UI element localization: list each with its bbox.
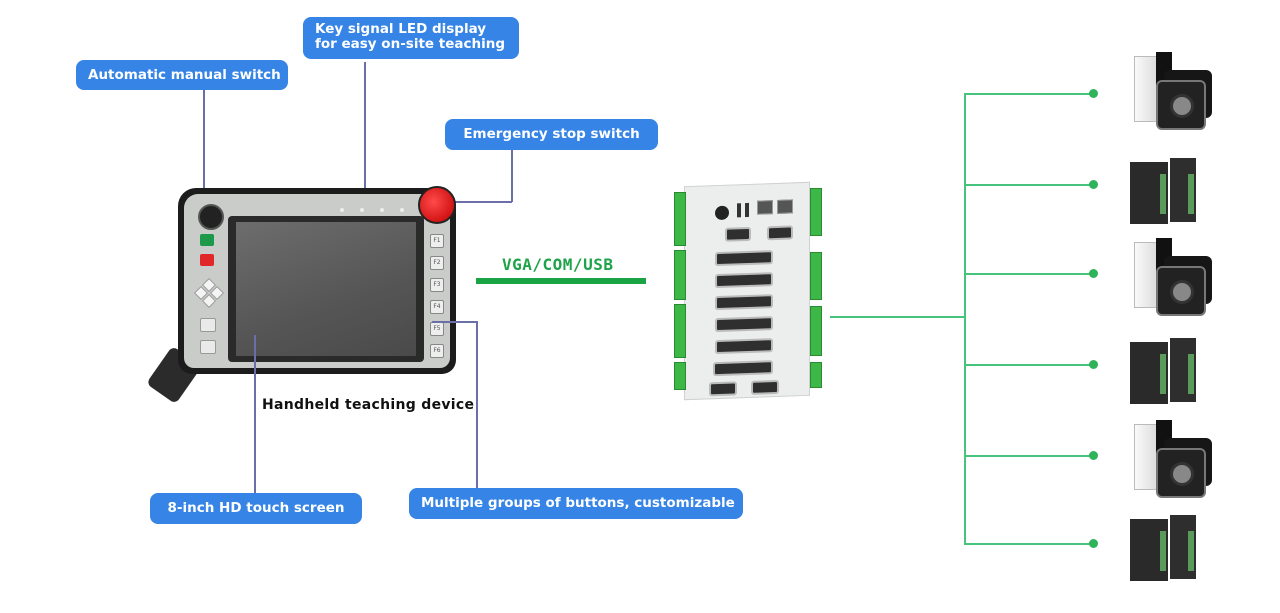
function-key-f2[interactable]: F2 (430, 256, 444, 270)
start-button[interactable] (200, 234, 214, 246)
terminal-block (674, 192, 686, 246)
power-connector (715, 205, 729, 221)
terminal-block (810, 188, 822, 236)
servo-motor-with-drive (1128, 420, 1214, 498)
usb-port (737, 203, 741, 218)
connection-dot (1089, 89, 1098, 98)
leader-emergency-stop-v (511, 150, 513, 202)
motion-controller (672, 178, 822, 401)
connection-dot (1089, 360, 1098, 369)
device-label: Handheld teaching device (262, 397, 475, 413)
direction-pad[interactable] (193, 277, 225, 309)
callout-led-display: Key signal LED display for easy on-site … (303, 17, 519, 59)
ethernet-port (777, 199, 793, 214)
touch-screen[interactable] (236, 222, 416, 356)
servo-drive-pair (1130, 515, 1200, 583)
axis-connector (713, 360, 773, 377)
drive-panel (1160, 531, 1166, 571)
axis-connector (715, 272, 773, 289)
stop-button[interactable] (200, 254, 214, 266)
servo-drive-pair (1130, 158, 1200, 226)
terminal-block (810, 252, 822, 300)
function-key-f1[interactable]: F1 (430, 234, 444, 248)
leader-touch-screen (254, 335, 256, 493)
touch-screen-bezel (228, 216, 424, 362)
function-key-f5[interactable]: F5 (430, 322, 444, 336)
io-port (709, 381, 737, 397)
axis-connector (715, 316, 773, 333)
leader-emergency-stop-h (450, 201, 512, 203)
status-led (360, 208, 364, 212)
branch-line (964, 455, 1094, 457)
connection-dot (1089, 269, 1098, 278)
terminal-block (810, 362, 822, 388)
function-key-f3[interactable]: F3 (430, 278, 444, 292)
ethernet-port (757, 200, 773, 215)
branch-trunk (964, 93, 966, 545)
callout-led-display-line2: for easy on-site teaching (315, 36, 506, 52)
axis-connector (715, 250, 773, 267)
back-button[interactable] (200, 340, 216, 354)
servo-drive (1134, 242, 1158, 308)
branch-line (964, 93, 1094, 95)
axis-connector (715, 338, 773, 355)
status-led (380, 208, 384, 212)
connection-dot (1089, 180, 1098, 189)
callout-auto-manual-switch: Automatic manual switch (76, 60, 288, 90)
emergency-stop-button[interactable] (418, 186, 456, 224)
controller-body (684, 181, 810, 401)
usb-port (745, 202, 749, 218)
drive-panel (1160, 354, 1166, 394)
branch-line (964, 184, 1094, 186)
function-key-f4[interactable]: F4 (430, 300, 444, 314)
terminal-block (674, 250, 686, 300)
drive-panel (1188, 354, 1194, 394)
controller-output-line (830, 316, 966, 318)
servo-motor-flange (1156, 80, 1206, 130)
vga-port (767, 225, 793, 241)
branch-line (964, 543, 1094, 545)
drive-panel (1160, 174, 1166, 214)
status-led (340, 208, 344, 212)
mode-selector-knob[interactable] (198, 204, 224, 230)
drive-panel (1188, 174, 1194, 214)
servo-motor-with-drive (1128, 238, 1214, 316)
bus-line (476, 278, 646, 284)
serial-port (725, 226, 751, 242)
leader-buttons-v (476, 321, 478, 489)
servo-motor-with-drive (1128, 52, 1214, 130)
pendant-face: F1 F2 F3 F4 F5 F6 (184, 194, 450, 368)
io-port (751, 379, 779, 395)
terminal-block (674, 304, 686, 358)
terminal-block (810, 306, 822, 356)
servo-motor-flange (1156, 448, 1206, 498)
branch-line (964, 273, 1094, 275)
function-key-f6[interactable]: F6 (430, 344, 444, 358)
callout-touch-screen: 8-inch HD touch screen (150, 493, 362, 524)
terminal-block (674, 362, 686, 390)
servo-drive-pair (1130, 338, 1200, 406)
callout-led-display-line1: Key signal LED display (315, 21, 487, 37)
servo-drive (1134, 56, 1158, 122)
leader-buttons-h (432, 321, 478, 323)
servo-drive (1134, 424, 1158, 490)
connection-dot (1089, 539, 1098, 548)
servo-motor-flange (1156, 266, 1206, 316)
connection-dot (1089, 451, 1098, 460)
drive-panel (1188, 531, 1194, 571)
menu-button[interactable] (200, 318, 216, 332)
callout-buttons: Multiple groups of buttons, customizable (409, 488, 743, 519)
branch-line (964, 364, 1094, 366)
bus-label: VGA/COM/USB (502, 255, 614, 274)
callout-emergency-stop: Emergency stop switch (445, 119, 658, 150)
teach-pendant: F1 F2 F3 F4 F5 F6 (178, 186, 456, 374)
status-led (400, 208, 404, 212)
axis-connector (715, 294, 773, 311)
leader-led-display (364, 62, 366, 204)
